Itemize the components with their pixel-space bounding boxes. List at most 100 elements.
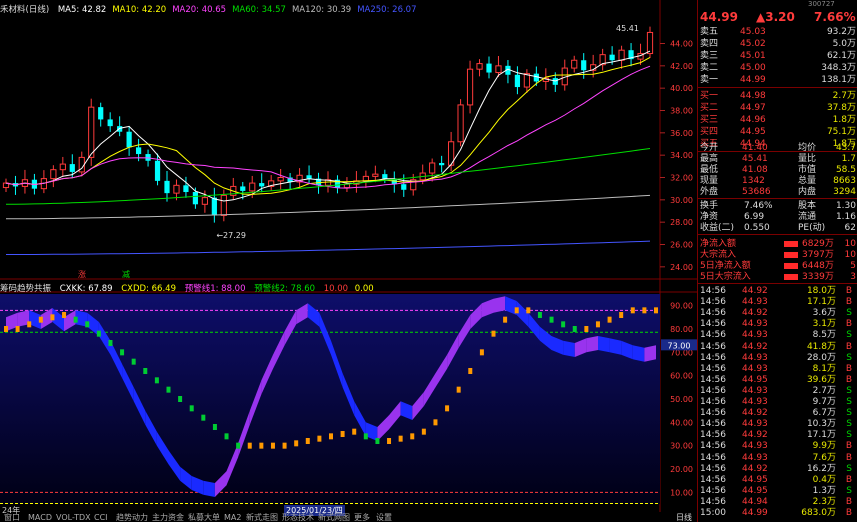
buy-level-volume: 75.1万: [826, 127, 856, 137]
indicator-axis-label: 50.00: [670, 395, 693, 404]
bottom-tab[interactable]: VOL-TDX: [56, 513, 91, 522]
sell-level-row[interactable]: 卖一 44.99 138.1万: [698, 74, 857, 86]
price-axis-label: 44.00: [670, 40, 693, 49]
sell-level-price: 45.03: [740, 27, 766, 37]
ma-line: [6, 240, 651, 255]
candle-body: [429, 162, 436, 174]
indicator-signal-block: [85, 321, 90, 328]
candle-body: [240, 186, 246, 191]
sell-level-label: 卖三: [700, 51, 719, 61]
candle-body: [135, 147, 142, 155]
candle-body: [154, 160, 161, 181]
indicator-signal-block: [50, 314, 55, 321]
stats-divider: [698, 198, 857, 199]
stock-period-label: 禾材料(日线): [0, 5, 50, 15]
sell-level-volume: 138.1万: [821, 75, 856, 85]
buy-level-row[interactable]: 买四 44.95 75.1万: [698, 126, 857, 138]
price-axis-label: 42.00: [670, 62, 693, 71]
sell-level-volume: 62.1万: [826, 51, 856, 61]
buy-level-row[interactable]: 买二 44.97 37.8万: [698, 102, 857, 114]
ma-legend-item: MA120: 30.39: [291, 5, 352, 15]
bottom-tab[interactable]: 新式网图: [318, 513, 350, 522]
candle-body: [476, 63, 483, 70]
candle-body: [126, 131, 132, 148]
chart-area[interactable]: 44.00 42.00 40.00 38.00 36.00 34.00 32.00 30.00…: [0, 0, 697, 516]
bottom-tab[interactable]: 主力资金: [152, 513, 184, 522]
indicator-ribbon-segment: [598, 336, 610, 353]
sell-level-row[interactable]: 卖二 45.00 348.3万: [698, 62, 857, 74]
indicator-line1: 预警线1: 88.00: [184, 284, 246, 294]
bottom-tab[interactable]: 新式走图: [246, 513, 278, 522]
indicator-line2: 预警线2: 78.60: [254, 284, 316, 294]
indicator-ribbon-segment: [586, 336, 598, 353]
candle-body: [201, 197, 208, 205]
indicator-ribbon-segment: [203, 480, 215, 497]
ma-legend-item: MA5: 42.82: [57, 5, 107, 15]
candle-body: [646, 31, 654, 55]
indicator-name: 筹码趋势共振: [0, 284, 52, 294]
indicator-ribbon-segment: [493, 296, 506, 313]
indicator-signal-block: [572, 326, 577, 332]
bottom-tab[interactable]: MA2: [224, 513, 241, 522]
tick-volume: 683.0万: [801, 508, 836, 518]
indicator-signal-block: [329, 433, 333, 440]
candle-body: [306, 175, 312, 179]
candle-body: [249, 182, 256, 192]
indicator-signal-block: [259, 442, 264, 449]
indicator-ribbon-segment: [644, 345, 656, 362]
indicator-current-value: 73.00: [668, 341, 691, 350]
indicator-signal-block: [131, 358, 136, 365]
indicator-signal-block: [4, 326, 8, 332]
indicator-signal-block: [503, 316, 508, 323]
signal-zhang-label: 涨: [78, 269, 86, 279]
sell-level-row[interactable]: 卖四 45.02 5.0万: [698, 38, 857, 50]
bottom-tab[interactable]: MACD: [28, 513, 52, 522]
bottom-tab[interactable]: 更多: [354, 513, 370, 522]
indicator-signal-block: [468, 368, 473, 374]
bottom-tab[interactable]: 私募大单: [188, 513, 220, 522]
stat-key: 内盘: [798, 187, 817, 197]
indicator-signal-block: [294, 440, 299, 447]
buy-level-row[interactable]: 买一 44.98 2.7万: [698, 90, 857, 102]
kline-chart[interactable]: 44.00 42.00 40.00 38.00 36.00 34.00 32.00 30.00…: [0, 0, 697, 512]
indicator-signal-block: [630, 307, 635, 314]
indicator-ribbon-segment: [609, 338, 622, 355]
sell-level-label: 卖二: [700, 63, 719, 73]
ma-legend-item: MA10: 42.20: [112, 5, 167, 15]
sell-level-row[interactable]: 卖五 45.03 93.2万: [698, 26, 857, 38]
bottom-tab[interactable]: CCI: [94, 513, 108, 522]
indicator-signal-block: [375, 438, 380, 444]
price-change-pct: 7.66%: [814, 10, 856, 24]
buy-level-row[interactable]: 买三 44.96 1.8万: [698, 114, 857, 126]
candle-body: [107, 119, 113, 127]
buy-level-volume: 2.7万: [832, 91, 856, 101]
sell-level-label: 卖五: [700, 27, 719, 37]
price-axis-label: 26.00: [670, 241, 693, 250]
stat-value: 0.550: [744, 223, 770, 233]
ma-legend: 禾材料(日线) MA5: 42.82 MA10: 42.20 MA20: 40.65…: [0, 3, 417, 15]
price-axis-label: 40.00: [670, 84, 693, 93]
candle-body: [401, 184, 407, 190]
sell-level-row[interactable]: 卖三 45.01 62.1万: [698, 50, 857, 62]
indicator-ribbon-segment: [632, 345, 645, 362]
indicator-signal-block: [421, 428, 426, 435]
bottom-tab[interactable]: 趋势动力: [116, 513, 148, 522]
bottom-tab[interactable]: 窗口: [4, 513, 20, 522]
candle-body: [220, 194, 227, 216]
ma-line: [6, 194, 651, 220]
indicator-signal-block: [143, 368, 148, 374]
indicator-signal-block: [282, 442, 287, 449]
period-tab[interactable]: 日线: [676, 513, 692, 522]
bottom-tab[interactable]: 形态技术: [282, 513, 314, 522]
sell-level-price: 45.00: [740, 63, 766, 73]
sell-level-price: 45.01: [740, 51, 766, 61]
flow-bar: [784, 274, 798, 280]
indicator-signal-block: [491, 330, 496, 337]
candle-body: [211, 197, 217, 216]
bottom-tab[interactable]: 设置: [376, 513, 392, 522]
buy-level-label: 买三: [700, 115, 719, 125]
indicator-signal-block: [607, 316, 612, 323]
buy-level-price: 44.97: [740, 103, 766, 113]
buy-level-label: 买二: [700, 103, 719, 113]
signal-jian-label: 减: [122, 269, 130, 279]
